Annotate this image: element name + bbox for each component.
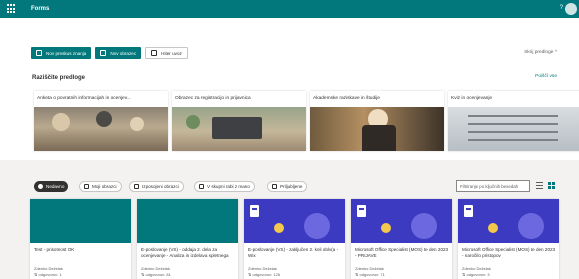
tab-label: Nedavno <box>46 184 65 189</box>
quick-import-label: Hiter uvoz <box>161 50 182 56</box>
form-responses: ⇅ odgovorov: 81 <box>141 272 171 277</box>
people-icon <box>199 184 204 189</box>
new-quiz-label: Nov preskus znanja <box>46 50 87 56</box>
form-author: Zdenko Deželak <box>355 266 384 271</box>
template-image <box>448 107 579 151</box>
quick-import-button[interactable]: Hiter uvoz <box>145 47 188 59</box>
hide-templates-button[interactable]: Skrij predloge ^ <box>524 50 557 55</box>
filter-input[interactable] <box>456 180 530 192</box>
form-thumbnail <box>458 199 559 243</box>
form-title: E-poslovanje (VS) - zaključen 2. koli ob… <box>248 247 339 258</box>
form-doc-icon <box>250 205 259 217</box>
form-responses: ⇅ odgovorov: 71 <box>355 272 385 277</box>
form-card[interactable]: Test - prisotnost OK Zdenko Deželak ⇅ od… <box>30 199 131 279</box>
document-icon <box>84 184 89 189</box>
list-view-icon[interactable] <box>536 182 543 189</box>
form-author: Zdenko Deželak <box>462 266 491 271</box>
template-card-label: Akademske raziskave in študije <box>313 96 380 101</box>
template-card[interactable]: Obrazec za registracijo in prijavnica <box>172 91 306 151</box>
template-image <box>310 107 444 151</box>
form-card[interactable]: Microsoft Office Specialist (MOS) te den… <box>458 199 559 279</box>
import-icon <box>151 50 158 56</box>
app-title[interactable]: Forms <box>31 6 49 12</box>
form-responses: ⇅ odgovorov: 3 <box>462 272 490 277</box>
form-responses: ⇅ odgovorov: 1 <box>34 272 62 277</box>
tab-my-forms[interactable]: Moji obrazci <box>79 181 122 192</box>
form-card[interactable]: E-poslovanje (VS) - oddaja 2. dela za oc… <box>137 199 238 279</box>
form-title: E-poslovanje (VS) - oddaja 2. dela za oc… <box>141 247 229 259</box>
templates-heading: Raziščite predloge <box>32 75 86 81</box>
tab-shared-with-me[interactable]: V skupni rabi z mano <box>194 181 255 192</box>
form-title: Test - prisotnost OK <box>34 247 75 252</box>
new-quiz-button[interactable]: Nov preskus znanja <box>31 47 92 59</box>
form-icon <box>100 50 107 56</box>
tab-label: Priljubljene <box>280 184 303 189</box>
form-author: Zdenko Deželak <box>248 266 277 271</box>
form-card[interactable]: Microsoft Office Specialist (MOS) te den… <box>351 199 452 279</box>
form-author: Zdenko Deželak <box>141 266 170 271</box>
app-launcher-icon[interactable] <box>7 4 17 14</box>
form-doc-icon <box>464 205 473 217</box>
template-panel: Nov preskus znanja Nov obrazec Hiter uvo… <box>0 18 579 160</box>
tab-favorites[interactable]: Priljubljene <box>267 181 308 192</box>
borrow-icon <box>134 184 139 189</box>
star-icon <box>272 184 277 189</box>
form-author: Zdenko Deželak <box>34 266 63 271</box>
form-thumbnail <box>351 199 452 243</box>
form-title: Microsoft Office Specialist (MOS) te den… <box>462 247 556 258</box>
new-form-label: Nov obrazec <box>110 50 137 56</box>
template-list: Anketa o povratnih informacijah in ocenj… <box>34 91 579 151</box>
clock-icon <box>38 184 43 189</box>
form-title: Microsoft Office Specialist (MOS) te den… <box>355 247 449 258</box>
grid-view-icon[interactable] <box>548 182 555 189</box>
forms-grid: Test - prisotnost OK Zdenko Deželak ⇅ od… <box>30 199 565 279</box>
app-header: Forms ? <box>0 0 579 18</box>
tab-borrowed-forms[interactable]: Izposojeni obrazci <box>129 181 184 192</box>
form-doc-icon <box>357 205 366 217</box>
form-thumbnail <box>244 199 345 243</box>
template-card[interactable]: Akademske raziskave in študije <box>310 91 444 151</box>
quiz-icon <box>36 50 42 56</box>
form-responses: ⇅ odgovorov: 126 <box>248 272 281 277</box>
tab-label: V skupni rabi z mano <box>207 184 250 189</box>
template-card-label: Kviz in ocenjevanje <box>451 96 493 101</box>
template-card-label: Anketa o povratnih informacijah in ocenj… <box>37 96 131 101</box>
help-icon[interactable]: ? <box>560 5 563 11</box>
template-card-label: Obrazec za registracijo in prijavnica <box>175 96 251 101</box>
template-card[interactable]: Kviz in ocenjevanje <box>448 91 579 151</box>
template-card[interactable]: Anketa o povratnih informacijah in ocenj… <box>34 91 168 151</box>
form-thumbnail <box>30 199 131 243</box>
avatar[interactable] <box>565 3 577 15</box>
action-bar: Nov preskus znanja Nov obrazec Hiter uvo… <box>31 47 192 59</box>
new-form-button[interactable]: Nov obrazec <box>95 47 142 59</box>
tab-label: Izposojeni obrazci <box>142 184 179 189</box>
template-image <box>172 107 306 151</box>
template-image <box>34 107 168 151</box>
form-thumbnail <box>137 199 238 243</box>
form-card[interactable]: E-poslovanje (VS) - zaključen 2. koli ob… <box>244 199 345 279</box>
tab-recent[interactable]: Nedavno <box>34 181 69 192</box>
tab-label: Moji obrazci <box>92 184 117 189</box>
explore-all-link[interactable]: Poiščí vse <box>535 74 557 79</box>
